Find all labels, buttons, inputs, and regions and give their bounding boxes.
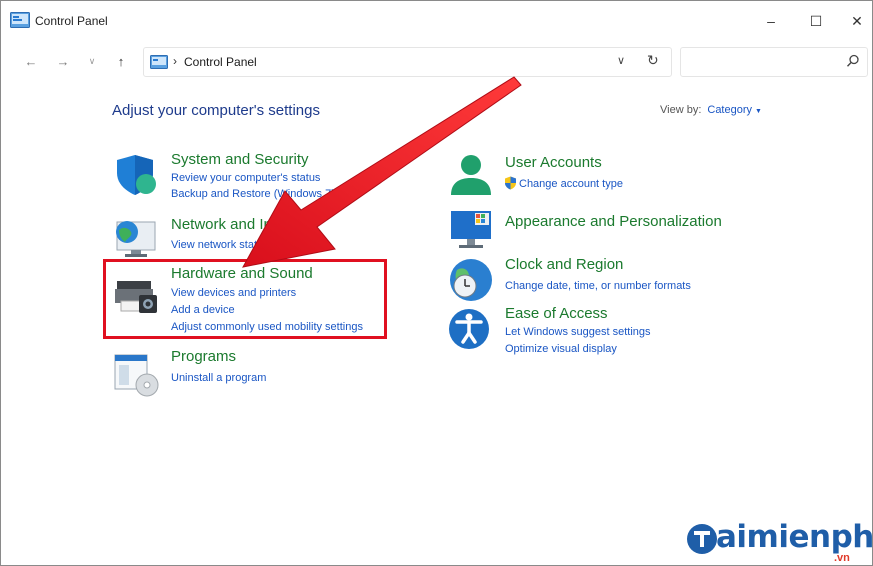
appearance-title[interactable]: Appearance and Personalization <box>505 213 722 230</box>
back-arrow-icon: ← <box>24 53 38 69</box>
refresh-icon[interactable]: ↻ <box>647 52 659 69</box>
clock-globe-icon <box>450 259 492 301</box>
category-programs: Programs Uninstall a program <box>113 348 353 397</box>
programs-title[interactable]: Programs <box>171 348 236 365</box>
up-button[interactable]: ↑ <box>110 51 132 71</box>
forward-arrow-icon: → <box>56 53 70 69</box>
category-user-accounts: User Accounts Change account type <box>447 151 697 199</box>
accessibility-icon <box>449 309 489 349</box>
view-by-value[interactable]: Category <box>707 104 752 116</box>
breadcrumb-control-panel[interactable]: Control Panel <box>184 55 257 69</box>
control-panel-app-icon <box>10 12 30 28</box>
search-input[interactable] <box>687 52 841 72</box>
review-status-link[interactable]: Review your computer's status <box>171 172 320 184</box>
maximize-button[interactable]: ☐ <box>796 7 836 35</box>
user-icon <box>451 155 491 195</box>
title-bar: Control Panel – ☐ ✕ <box>1 1 872 41</box>
address-dropdown-icon[interactable]: ∨ <box>617 54 625 67</box>
optimize-visual-link[interactable]: Optimize visual display <box>505 343 617 355</box>
view-by-label: View by: <box>660 104 702 116</box>
programs-icon <box>114 354 159 397</box>
chevron-down-icon: ∨ <box>88 55 96 66</box>
minimize-button[interactable]: – <box>751 7 791 35</box>
view-by-control[interactable]: View by: Category ▼ <box>660 104 762 116</box>
windows-suggest-link[interactable]: Let Windows suggest settings <box>505 326 651 338</box>
up-arrow-icon: ↑ <box>117 53 125 69</box>
clock-region-title[interactable]: Clock and Region <box>505 256 623 273</box>
shield-icon <box>117 155 156 195</box>
search-icon[interactable] <box>845 53 861 69</box>
uninstall-program-link[interactable]: Uninstall a program <box>171 372 266 384</box>
date-time-formats-link[interactable]: Change date, time, or number formats <box>505 280 691 292</box>
system-security-title[interactable]: System and Security <box>171 151 309 168</box>
category-ease-of-access: Ease of Access Let Windows suggest setti… <box>447 305 737 359</box>
breadcrumb-separator[interactable]: › <box>173 54 177 68</box>
address-row: ← → ∨ ↑ › Control Panel ∨ ↻ <box>1 41 872 81</box>
network-internet-title[interactable]: Network and Internet <box>171 216 310 233</box>
maximize-icon: ☐ <box>809 12 823 29</box>
address-bar[interactable]: › Control Panel ∨ ↻ <box>143 47 672 77</box>
category-system-security: System and Security Review your computer… <box>113 151 353 207</box>
network-status-link[interactable]: View network status and tasks <box>171 239 319 251</box>
forward-button[interactable]: → <box>52 51 74 71</box>
watermark-tld: .vn <box>834 552 850 564</box>
view-by-caret-icon[interactable]: ▼ <box>755 108 762 115</box>
minimize-icon: – <box>767 13 775 29</box>
page-heading: Adjust your computer's settings <box>112 102 320 119</box>
window-title: Control Panel <box>35 14 108 28</box>
close-button[interactable]: ✕ <box>837 7 872 35</box>
change-account-type-link[interactable]: Change account type <box>519 178 623 190</box>
network-globe-icon <box>116 221 156 257</box>
back-button[interactable]: ← <box>20 51 42 71</box>
control-panel-window: Control Panel – ☐ ✕ ← → ∨ ↑ › Control Pa… <box>0 0 873 566</box>
backup-restore-link[interactable]: Backup and Restore (Windows 7) <box>171 188 335 200</box>
close-icon: ✕ <box>851 12 863 29</box>
ease-of-access-title[interactable]: Ease of Access <box>505 305 608 322</box>
watermark-t-logo-icon <box>687 524 717 554</box>
watermark-brand: aimienphi <box>716 519 873 555</box>
search-box[interactable] <box>680 47 868 77</box>
uac-shield-icon <box>505 176 516 190</box>
recent-locations-button[interactable]: ∨ <box>81 51 103 71</box>
category-appearance: Appearance and Personalization <box>447 207 737 249</box>
control-panel-icon <box>150 55 168 69</box>
user-accounts-title[interactable]: User Accounts <box>505 154 602 171</box>
watermark-logo: aimienphi .vn <box>686 519 872 565</box>
category-clock-region: Clock and Region Change date, time, or n… <box>447 256 737 302</box>
highlight-box <box>103 259 387 339</box>
category-network-internet: Network and Internet View network status… <box>113 216 353 258</box>
monitor-icon <box>451 211 491 248</box>
